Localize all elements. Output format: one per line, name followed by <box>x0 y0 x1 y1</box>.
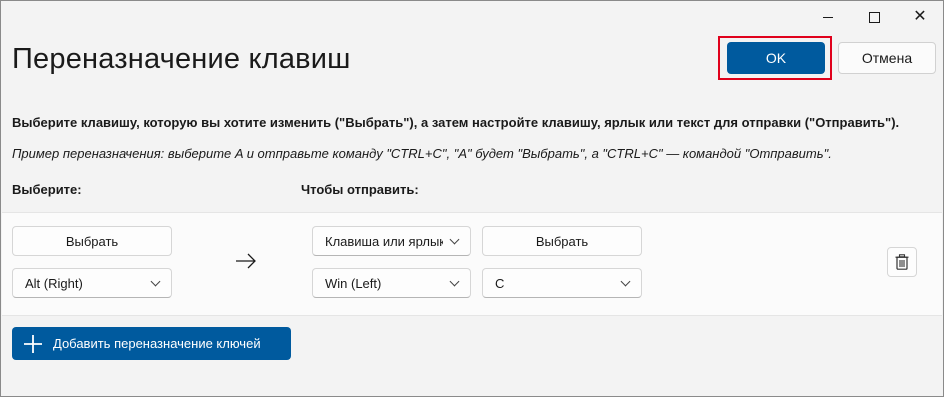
send-select-button[interactable]: Выбрать <box>482 226 642 256</box>
chevron-down-icon <box>150 276 161 286</box>
instruction-text: Выберите клавишу, которую вы хотите изме… <box>12 115 900 130</box>
cancel-button[interactable]: Отмена <box>838 42 936 74</box>
chevron-down-icon <box>620 276 631 286</box>
plus-icon <box>23 334 43 354</box>
target-modifier-value: Win (Left) <box>325 275 382 291</box>
example-text: Пример переназначения: выберите A и отпр… <box>12 146 832 161</box>
close-button[interactable]: ✕ <box>897 1 943 33</box>
title-bar: ✕ <box>1 1 943 33</box>
select-column-label: Выберите: <box>12 182 82 197</box>
send-type-dropdown[interactable]: Клавиша или ярлык <box>312 226 471 256</box>
target-key-value: C <box>495 275 505 291</box>
target-modifier-dropdown[interactable]: Win (Left) <box>312 268 471 298</box>
close-icon: ✕ <box>913 8 927 25</box>
add-mapping-label: Добавить переназначение ключей <box>53 336 261 351</box>
minimize-icon <box>823 16 833 18</box>
page-title: Переназначение клавиш <box>12 43 351 75</box>
minimize-button[interactable] <box>805 1 851 33</box>
original-key-dropdown[interactable]: Alt (Right) <box>12 268 172 298</box>
add-mapping-button[interactable]: Добавить переназначение ключей <box>12 327 291 360</box>
trash-icon <box>895 254 909 270</box>
maximize-icon <box>868 11 880 23</box>
select-key-button[interactable]: Выбрать <box>12 226 172 256</box>
ok-button[interactable]: OK <box>727 42 825 74</box>
send-type-value: Клавиша или ярлык <box>325 233 443 249</box>
remap-keys-window: ✕ Переназначение клавиш OK Отмена Выбери… <box>0 0 944 397</box>
arrow-right-icon <box>236 253 256 269</box>
original-key-value: Alt (Right) <box>25 275 83 291</box>
delete-mapping-button[interactable] <box>887 247 917 277</box>
target-key-dropdown[interactable]: C <box>482 268 642 298</box>
send-column-label: Чтобы отправить: <box>301 182 419 197</box>
chevron-down-icon <box>449 234 460 244</box>
chevron-down-icon <box>449 276 460 286</box>
maximize-button[interactable] <box>851 1 897 33</box>
